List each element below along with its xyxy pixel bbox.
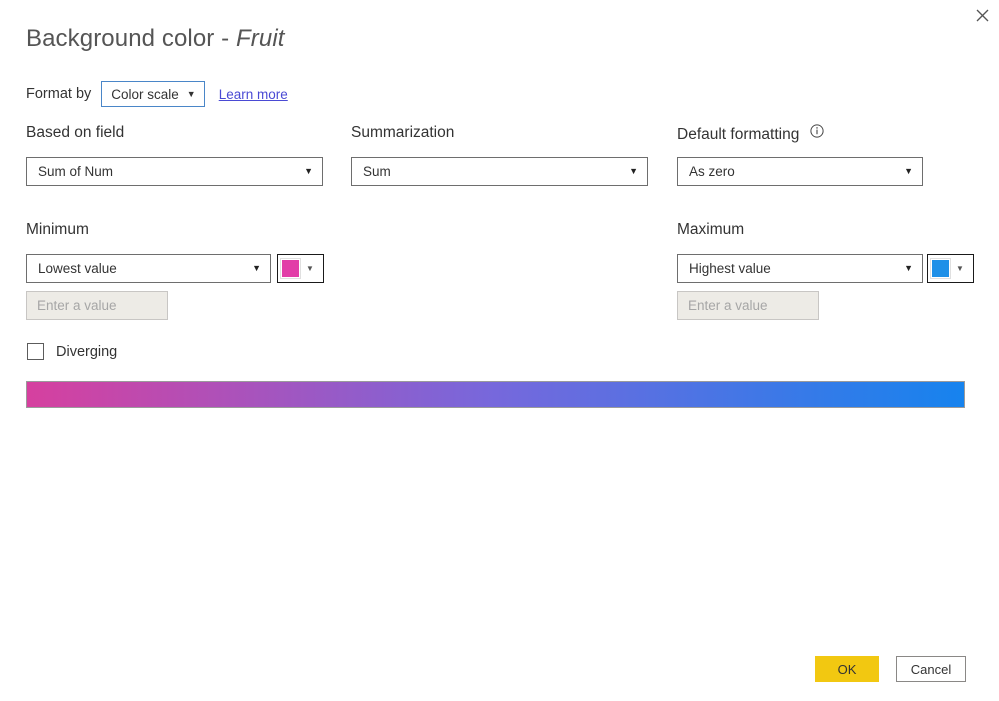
learn-more-link[interactable]: Learn more [219,87,288,102]
minimum-label: Minimum [26,221,89,238]
page-title: Background color - Fruit [26,25,285,53]
format-by-value: Color scale [111,86,179,102]
summarization-dropdown[interactable]: Sum ▼ [351,157,648,186]
close-icon [976,9,989,22]
minimum-color-swatch [281,259,300,278]
minimum-value-placeholder: Enter a value [37,298,117,313]
maximum-color-picker[interactable]: ▼ [927,254,974,283]
maximum-color-swatch-wrap [928,255,953,282]
based-on-field-value: Sum of Num [38,164,114,179]
diverging-checkbox[interactable] [27,343,44,360]
format-by-dropdown[interactable]: Color scale ▼ [101,81,205,107]
page-title-field: Fruit [236,25,285,52]
minimum-color-swatch-wrap [278,255,303,282]
chevron-down-icon: ▼ [306,263,314,273]
info-icon[interactable] [810,124,824,143]
ok-button[interactable]: OK [815,656,879,682]
maximum-value: Highest value [689,261,771,276]
color-gradient-preview [26,381,965,408]
maximum-color-swatch [931,259,950,278]
default-formatting-label: Default formatting [677,124,824,144]
minimum-value: Lowest value [38,261,117,276]
based-on-field-label: Based on field [26,124,125,141]
chevron-down-icon: ▼ [252,263,261,273]
default-formatting-dropdown[interactable]: As zero ▼ [677,157,923,186]
chevron-down-icon: ▼ [956,263,964,273]
format-by-label: Format by [26,86,92,102]
minimum-color-picker[interactable]: ▼ [277,254,324,283]
chevron-down-icon: ▼ [629,166,638,176]
maximum-value-input[interactable]: Enter a value [677,291,819,320]
chevron-down-icon: ▼ [904,166,913,176]
maximum-label: Maximum [677,221,745,238]
close-dialog-button[interactable] [965,0,999,30]
summarization-label: Summarization [351,124,455,141]
format-by-row: Format by Color scale ▼ Learn more [26,81,288,107]
chevron-down-icon: ▼ [186,88,196,99]
summarization-value: Sum [363,164,391,179]
chevron-down-icon: ▼ [304,166,313,176]
default-formatting-text: Default formatting [677,126,800,143]
maximum-value-placeholder: Enter a value [688,298,768,313]
cancel-button[interactable]: Cancel [896,656,966,682]
chevron-down-icon: ▼ [904,263,913,273]
minimum-dropdown[interactable]: Lowest value ▼ [26,254,271,283]
diverging-checkbox-row[interactable]: Diverging [27,343,117,360]
diverging-label: Diverging [56,343,118,360]
page-title-prefix: Background color - [26,25,230,52]
maximum-dropdown[interactable]: Highest value ▼ [677,254,923,283]
based-on-field-dropdown[interactable]: Sum of Num ▼ [26,157,323,186]
default-formatting-value: As zero [689,164,735,179]
minimum-value-input[interactable]: Enter a value [26,291,168,320]
